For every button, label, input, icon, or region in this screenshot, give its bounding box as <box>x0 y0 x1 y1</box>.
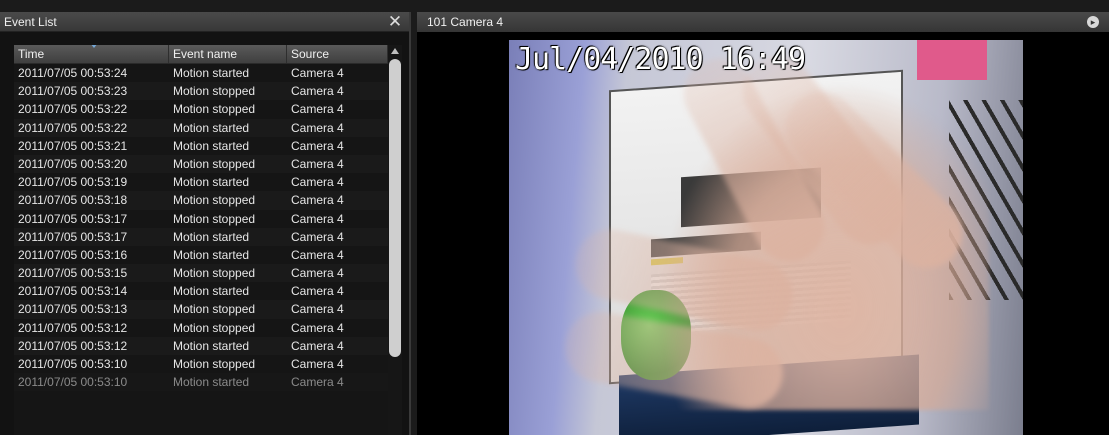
table-row[interactable]: 2011/07/05 00:53:24 Motion started Camera … <box>14 64 388 82</box>
table-row[interactable]: 2011/07/05 00:53:15 Motion stopped Camera … <box>14 264 388 283</box>
camera-view-header: 101 Camera 4 ▸ <box>417 12 1109 32</box>
table-row[interactable]: 2011/07/05 00:53:22 Motion started Camera … <box>14 118 388 137</box>
column-header-event-name[interactable]: Event name <box>169 45 287 63</box>
event-source-cell: Camera 4 <box>291 266 344 281</box>
camera-video-feed[interactable]: Jul/04/2010 16:49 <box>509 40 1023 435</box>
event-table: Time Event name Source 2011/07/05 00:53:… <box>14 45 388 435</box>
camera-title: 101 Camera 4 <box>427 15 504 29</box>
table-row[interactable]: 2011/07/05 00:53:21 Motion started Camera … <box>14 137 388 155</box>
event-time-cell: 2011/07/05 00:53:12 <box>18 320 128 335</box>
event-name-cell: Motion started <box>173 229 250 244</box>
event-list-title: Event List <box>4 15 57 29</box>
event-name-cell: Motion started <box>173 66 250 80</box>
event-list-panel: Event List ✕ Time Event name Source 2011… <box>0 12 411 435</box>
event-name-cell: Motion started <box>173 375 250 390</box>
event-time-cell: 2011/07/05 00:53:17 <box>18 211 128 226</box>
event-time-cell: 2011/07/05 00:53:22 <box>18 102 128 117</box>
event-name-cell: Motion stopped <box>173 357 256 371</box>
table-row[interactable]: 2011/07/05 00:53:16 Motion started Camera … <box>14 246 388 264</box>
event-source-cell: Camera 4 <box>291 338 344 353</box>
event-time-cell: 2011/07/05 00:53:13 <box>18 302 128 317</box>
table-row[interactable]: 2011/07/05 00:53:12 Motion stopped Camera … <box>14 319 388 337</box>
event-table-header: Time Event name Source <box>14 45 388 64</box>
scrollbar-thumb[interactable] <box>389 59 401 357</box>
video-timestamp-overlay: Jul/04/2010 16:49 <box>515 42 806 77</box>
table-row[interactable]: 2011/07/05 00:53:20 Motion stopped Camera … <box>14 154 388 174</box>
event-name-cell: Motion stopped <box>173 102 256 117</box>
scroll-up-arrow-icon[interactable] <box>391 48 399 54</box>
column-header-source[interactable]: Source <box>287 45 388 63</box>
table-row[interactable]: 2011/07/05 00:53:10 Motion started Camera … <box>14 373 388 392</box>
event-source-cell: Camera 4 <box>291 284 344 299</box>
table-row[interactable]: 2011/07/05 00:53:17 Motion stopped Camera … <box>14 210 388 228</box>
table-row[interactable]: 2011/07/05 00:53:22 Motion stopped Camera … <box>14 100 388 118</box>
event-source-cell: Camera 4 <box>291 175 344 190</box>
event-name-cell: Motion stopped <box>173 193 256 208</box>
event-name-cell: Motion started <box>173 175 250 190</box>
event-time-cell: 2011/07/05 00:53:21 <box>18 138 128 153</box>
event-source-cell: Camera 4 <box>291 102 344 117</box>
event-time-cell: 2011/07/05 00:53:23 <box>18 84 128 99</box>
event-time-cell: 2011/07/05 00:53:16 <box>18 247 128 262</box>
event-source-cell: Camera 4 <box>291 120 344 135</box>
event-time-cell: 2011/07/05 00:53:10 <box>18 375 128 390</box>
event-name-cell: Motion started <box>173 284 250 299</box>
table-row[interactable]: 2011/07/05 00:53:10 Motion stopped Camera … <box>14 355 388 373</box>
table-row[interactable]: 2011/07/05 00:53:13 Motion stopped Camera … <box>14 300 388 319</box>
event-source-cell: Camera 4 <box>291 193 344 208</box>
event-name-cell: Motion stopped <box>173 302 256 317</box>
event-name-cell: Motion started <box>173 338 250 353</box>
camera-menu-icon[interactable]: ▸ <box>1087 16 1099 28</box>
event-time-cell: 2011/07/05 00:53:24 <box>18 66 128 80</box>
event-time-cell: 2011/07/05 00:53:15 <box>18 266 128 281</box>
event-time-cell: 2011/07/05 00:53:12 <box>18 338 128 353</box>
event-source-cell: Camera 4 <box>291 229 344 244</box>
event-source-cell: Camera 4 <box>291 357 344 371</box>
camera-view-panel: 101 Camera 4 ▸ Jul/04/2010 16:49 <box>417 12 1109 435</box>
event-time-cell: 2011/07/05 00:53:10 <box>18 357 128 371</box>
event-source-cell: Camera 4 <box>291 302 344 317</box>
close-icon[interactable]: ✕ <box>387 12 403 32</box>
video-scene-object <box>917 40 987 80</box>
event-source-cell: Camera 4 <box>291 211 344 226</box>
event-time-cell: 2011/07/05 00:53:19 <box>18 175 128 190</box>
event-time-cell: 2011/07/05 00:53:22 <box>18 120 128 135</box>
event-source-cell: Camera 4 <box>291 156 344 171</box>
table-row[interactable]: 2011/07/05 00:53:18 Motion stopped Camera … <box>14 191 388 210</box>
event-source-cell: Camera 4 <box>291 66 344 80</box>
event-name-cell: Motion started <box>173 247 250 262</box>
event-time-cell: 2011/07/05 00:53:17 <box>18 229 128 244</box>
event-name-cell: Motion stopped <box>173 156 256 171</box>
table-row[interactable]: 2011/07/05 00:53:17 Motion started Camera … <box>14 227 388 246</box>
event-name-cell: Motion stopped <box>173 320 256 335</box>
table-row[interactable]: 2011/07/05 00:53:12 Motion started Camera … <box>14 336 388 355</box>
event-time-cell: 2011/07/05 00:53:14 <box>18 284 128 299</box>
event-source-cell: Camera 4 <box>291 84 344 99</box>
sort-descending-icon <box>90 45 98 48</box>
event-name-cell: Motion stopped <box>173 211 256 226</box>
event-source-cell: Camera 4 <box>291 320 344 335</box>
event-name-cell: Motion stopped <box>173 266 256 281</box>
table-row[interactable]: 2011/07/05 00:53:19 Motion started Camera … <box>14 173 388 191</box>
event-name-cell: Motion stopped <box>173 84 256 99</box>
event-source-cell: Camera 4 <box>291 375 344 390</box>
event-time-cell: 2011/07/05 00:53:18 <box>18 193 128 208</box>
event-list-scrollbar[interactable] <box>388 45 402 435</box>
column-header-time[interactable]: Time <box>14 45 169 63</box>
event-source-cell: Camera 4 <box>291 247 344 262</box>
table-row[interactable]: 2011/07/05 00:53:23 Motion stopped Camera … <box>14 82 388 101</box>
event-source-cell: Camera 4 <box>291 138 344 153</box>
event-list-header: Event List ✕ <box>0 12 409 32</box>
event-name-cell: Motion started <box>173 138 250 153</box>
event-name-cell: Motion started <box>173 120 250 135</box>
table-row[interactable]: 2011/07/05 00:53:14 Motion started Camera … <box>14 282 388 300</box>
event-time-cell: 2011/07/05 00:53:20 <box>18 156 128 171</box>
event-table-body: 2011/07/05 00:53:24 Motion started Camera … <box>14 64 388 392</box>
